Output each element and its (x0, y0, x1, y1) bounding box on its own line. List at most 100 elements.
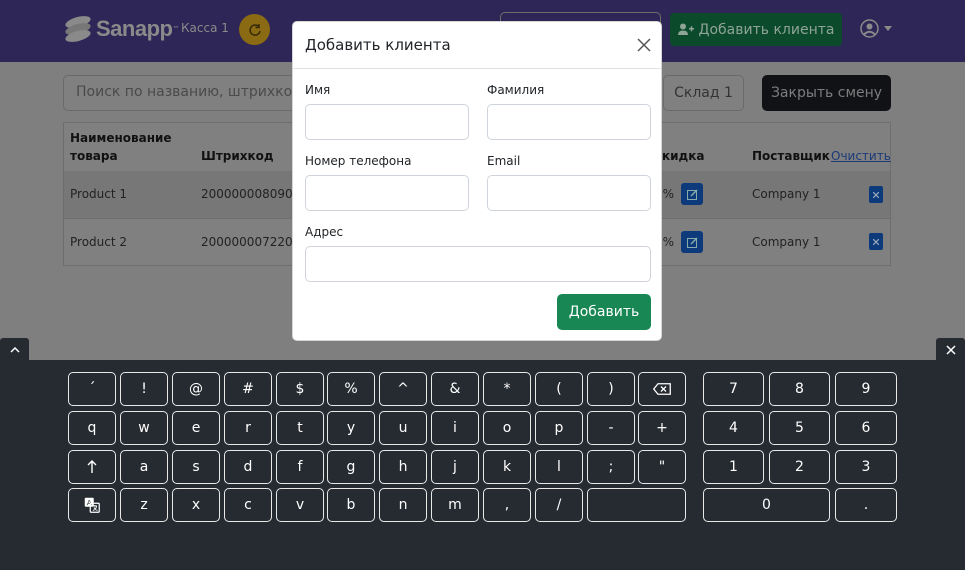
key[interactable]: x (172, 488, 220, 522)
refresh-button[interactable] (239, 14, 270, 45)
modal-header: Добавить клиента (293, 22, 661, 69)
keyboard-expand-button[interactable] (0, 338, 29, 362)
numpad-key[interactable]: 6 (835, 411, 897, 445)
backspace-icon (653, 383, 671, 395)
address-label: Адрес (305, 225, 344, 239)
logo[interactable]: Sanapp ™ (62, 13, 179, 45)
key[interactable]: z (120, 488, 168, 522)
add-client-button[interactable]: Добавить клиента (670, 13, 842, 46)
key[interactable]: @ (172, 372, 220, 406)
key[interactable]: c (224, 488, 272, 522)
numpad-key[interactable]: 9 (835, 372, 897, 406)
numpad-key[interactable]: 4 (703, 411, 764, 445)
key[interactable]: ; (587, 450, 635, 484)
chevron-up-icon (9, 347, 20, 353)
edit-icon (686, 236, 698, 248)
warehouse-button[interactable]: Склад 1 (663, 75, 744, 111)
key[interactable]: p (535, 411, 583, 445)
key[interactable]: ! (120, 372, 168, 406)
language-key[interactable]: A (68, 488, 116, 522)
caret-down-icon (884, 26, 892, 31)
key[interactable]: a (120, 450, 168, 484)
edit-discount-button[interactable] (681, 231, 703, 253)
user-circle-icon (860, 19, 879, 38)
col-header-barcode: Штрихкод (201, 149, 274, 163)
key[interactable]: & (431, 372, 479, 406)
key[interactable]: h (379, 450, 427, 484)
key[interactable]: f (276, 450, 324, 484)
modal-close-button[interactable] (636, 37, 652, 53)
key[interactable]: / (535, 488, 583, 522)
key[interactable]: r (224, 411, 272, 445)
arrow-up-icon (87, 460, 97, 473)
key[interactable]: $ (276, 372, 324, 406)
numpad-key[interactable]: 5 (769, 411, 830, 445)
numpad-key[interactable]: 7 (703, 372, 764, 406)
key[interactable]: ´ (68, 372, 116, 406)
key[interactable]: ( (535, 372, 583, 406)
numpad-key[interactable]: 8 (769, 372, 830, 406)
numpad-key[interactable]: 3 (835, 450, 897, 484)
search-input[interactable]: Поиск по названию, штрихкоду (63, 75, 293, 111)
modal-title: Добавить клиента (305, 36, 451, 54)
numpad-key[interactable]: 0 (703, 488, 830, 522)
row-product-name: Product 2 (70, 235, 128, 249)
last-name-field[interactable] (487, 104, 651, 140)
key[interactable]: j (431, 450, 479, 484)
key[interactable]: * (483, 372, 531, 406)
backspace-key[interactable] (638, 372, 686, 406)
close-shift-button[interactable]: Закрыть смену (762, 75, 891, 111)
key[interactable]: ) (587, 372, 635, 406)
add-client-label: Добавить клиента (698, 21, 835, 38)
key[interactable]: b (327, 488, 375, 522)
key[interactable]: d (224, 450, 272, 484)
key[interactable]: i (431, 411, 479, 445)
col-header-discount: кидка (662, 149, 705, 163)
key[interactable]: w (120, 411, 168, 445)
key[interactable]: v (276, 488, 324, 522)
edit-discount-button[interactable] (681, 183, 703, 205)
remove-row-button[interactable] (869, 233, 883, 250)
key[interactable]: o (483, 411, 531, 445)
email-field[interactable] (487, 175, 651, 211)
key[interactable]: k (483, 450, 531, 484)
shift-key[interactable] (68, 450, 116, 484)
add-client-submit-button[interactable]: Добавить (557, 294, 651, 330)
phone-field[interactable] (305, 175, 469, 211)
user-plus-icon (677, 23, 694, 35)
key[interactable]: m (431, 488, 479, 522)
key[interactable]: t (276, 411, 324, 445)
key[interactable]: - (587, 411, 635, 445)
on-screen-keyboard: ´ ! @ # $ % ^ & * ( ) q w e r t y u i o … (0, 360, 965, 570)
key[interactable]: g (327, 450, 375, 484)
key[interactable]: % (327, 372, 375, 406)
address-field[interactable] (305, 246, 651, 282)
key[interactable]: + (638, 411, 686, 445)
key[interactable]: n (379, 488, 427, 522)
key[interactable]: y (327, 411, 375, 445)
clear-cart-link[interactable]: Очистить (831, 149, 891, 163)
col-header-name-line1: Наименование (70, 131, 172, 145)
numpad-key[interactable]: 1 (703, 450, 764, 484)
key[interactable]: q (68, 411, 116, 445)
add-client-modal: Добавить клиента Имя Фамилия Номер телеф… (292, 21, 662, 341)
col-header-supplier: Поставщик (752, 149, 830, 163)
first-name-field[interactable] (305, 104, 469, 140)
key[interactable]: e (172, 411, 220, 445)
key[interactable]: , (483, 488, 531, 522)
key[interactable]: s (172, 450, 220, 484)
last-name-label: Фамилия (487, 83, 545, 97)
numpad-key[interactable]: 2 (769, 450, 830, 484)
key[interactable]: l (535, 450, 583, 484)
key[interactable]: " (638, 450, 686, 484)
key[interactable]: ^ (379, 372, 427, 406)
keyboard-close-button[interactable] (936, 338, 965, 362)
remove-row-button[interactable] (869, 186, 883, 203)
edit-icon (686, 188, 698, 200)
key[interactable]: # (224, 372, 272, 406)
space-key[interactable] (587, 488, 686, 522)
user-menu[interactable] (860, 19, 892, 38)
key[interactable]: u (379, 411, 427, 445)
numpad-key[interactable]: . (835, 488, 897, 522)
row-product-name: Product 1 (70, 187, 128, 201)
